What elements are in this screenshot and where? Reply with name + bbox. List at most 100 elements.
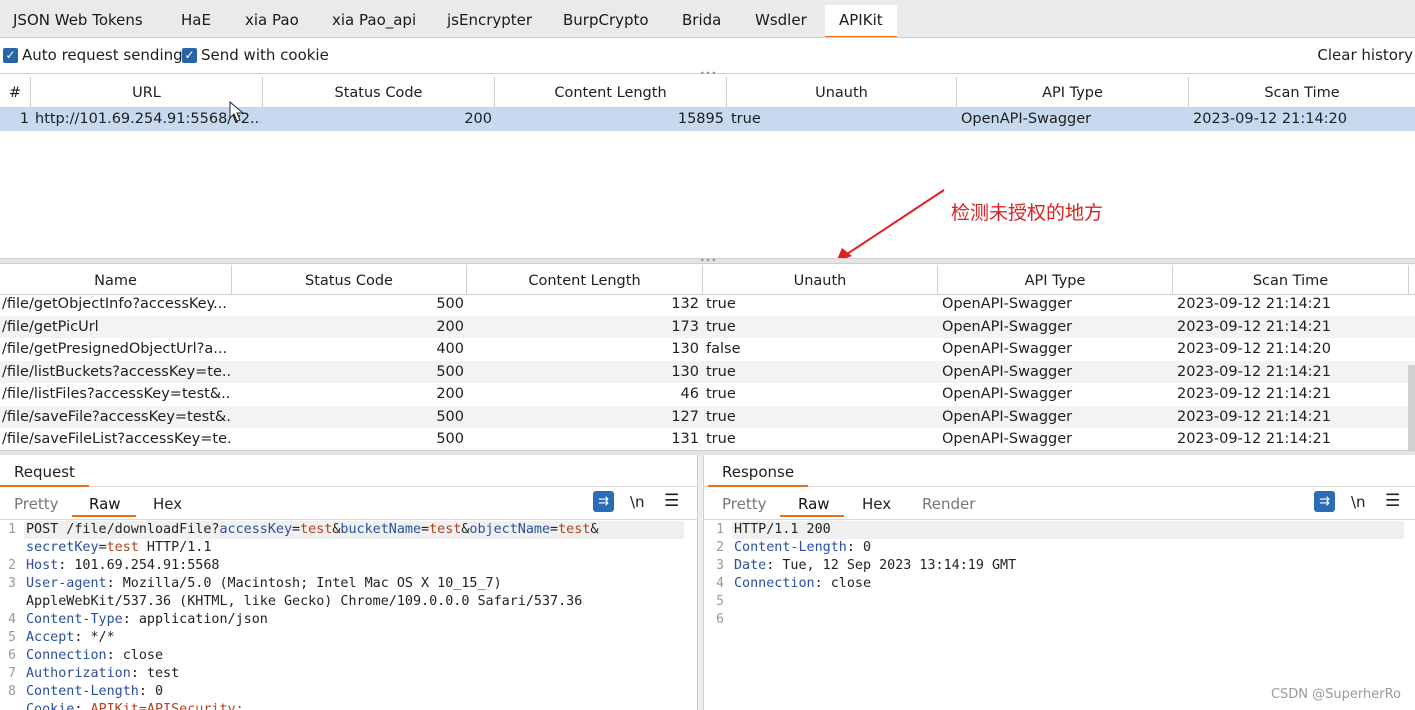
tab-brida[interactable]: Brida bbox=[682, 11, 721, 29]
pane-splitter[interactable] bbox=[697, 455, 704, 710]
wrap-icon: ⇉ bbox=[1314, 491, 1335, 512]
response-wrap-button[interactable]: ⇉ bbox=[1314, 491, 1335, 512]
mouse-cursor-icon bbox=[229, 101, 245, 122]
response-menu-button[interactable]: ☰ bbox=[1385, 491, 1400, 511]
cell-name: /file/getObjectInfo?accessKey... bbox=[2, 296, 227, 312]
table-row[interactable]: /file/getObjectInfo?accessKey... 500 132… bbox=[0, 293, 1415, 316]
col-scan-time[interactable]: Scan Time bbox=[1189, 77, 1415, 108]
query-value: test bbox=[300, 522, 333, 537]
tab-json-web-tokens[interactable]: JSON Web Tokens bbox=[13, 11, 143, 29]
cell-name: /file/saveFile?accessKey=test&... bbox=[2, 408, 230, 425]
wrap-icon: ⇉ bbox=[593, 491, 614, 512]
response-tab-hex[interactable]: Hex bbox=[862, 495, 891, 513]
splitter-grip-icon[interactable]: ••• bbox=[700, 257, 716, 265]
header-value: 0 bbox=[863, 540, 872, 555]
table-row[interactable]: /file/saveFileList?accessKey=te... 500 1… bbox=[0, 428, 1415, 451]
cell-length: 130 bbox=[671, 363, 699, 380]
header-key: Authorization bbox=[26, 666, 131, 681]
table-row[interactable]: /file/listFiles?accessKey=test&... 200 4… bbox=[0, 383, 1415, 406]
line-number: 6 bbox=[8, 648, 16, 663]
query-key: accessKey bbox=[219, 522, 293, 537]
cell-status: 200 bbox=[436, 318, 464, 335]
newline-icon: \n bbox=[630, 493, 645, 511]
response-tab-raw[interactable]: Raw bbox=[798, 495, 830, 513]
header-key: User-agent bbox=[26, 576, 107, 591]
cell-scan-time: 2023-09-12 21:14:21 bbox=[1177, 431, 1331, 447]
tab-xia-pao[interactable]: xia Pao bbox=[245, 11, 299, 29]
clear-history-button[interactable]: Clear history bbox=[1317, 46, 1413, 64]
cell-scan-time: 2023-09-12 21:14:21 bbox=[1177, 296, 1331, 312]
table-row[interactable]: /file/saveFile?accessKey=test&... 500 12… bbox=[0, 405, 1415, 428]
request-tab-pretty[interactable]: Pretty bbox=[14, 495, 59, 513]
cell-scan-time: 2023-09-12 21:14:20 bbox=[1177, 341, 1331, 357]
table-row[interactable]: /file/getPresignedObjectUrl?a... 400 130… bbox=[0, 338, 1415, 361]
col-content-length[interactable]: Content Length bbox=[495, 77, 727, 108]
col-api-type[interactable]: API Type bbox=[957, 77, 1189, 108]
cell-unauth: true bbox=[706, 318, 736, 335]
cell-api-type: OpenAPI-Swagger bbox=[942, 386, 1073, 402]
cell-name: /file/getPresignedObjectUrl?a... bbox=[2, 341, 228, 357]
col-scan-time[interactable]: Scan Time bbox=[1173, 265, 1409, 295]
auto-request-checkbox[interactable]: ✓ bbox=[3, 48, 18, 63]
scrollbar-thumb[interactable] bbox=[1408, 365, 1415, 450]
request-editor[interactable]: POST /file/downloadFile?accessKey=test&b… bbox=[26, 521, 696, 710]
header-key: Content-Length bbox=[734, 540, 847, 555]
line-number: 6 bbox=[716, 612, 724, 627]
response-newline-button[interactable]: \n bbox=[1351, 493, 1366, 511]
main-results-table: # URL Status Code Content Length Unauth … bbox=[0, 77, 1415, 260]
tab-wsdler[interactable]: Wsdler bbox=[755, 11, 807, 29]
response-title-tab[interactable]: Response bbox=[708, 457, 809, 487]
tab-apikit[interactable]: APIKit bbox=[825, 5, 897, 37]
annotation-arrow-icon bbox=[836, 189, 945, 262]
send-cookie-checkbox[interactable]: ✓ bbox=[182, 48, 197, 63]
request-title-tab[interactable]: Request bbox=[0, 457, 89, 487]
response-tab-render[interactable]: Render bbox=[922, 495, 975, 513]
table-row[interactable]: /file/getPicUrl 200 173 true OpenAPI-Swa… bbox=[0, 315, 1415, 338]
response-tab-pretty[interactable]: Pretty bbox=[722, 495, 767, 513]
tab-hae[interactable]: HaE bbox=[181, 11, 211, 29]
table-row[interactable]: /file/listBuckets?accessKey=te... 500 13… bbox=[0, 360, 1415, 383]
col-unauth[interactable]: Unauth bbox=[727, 77, 957, 108]
cell-name: /file/saveFileList?accessKey=te... bbox=[2, 431, 230, 447]
tab-jsencrypter[interactable]: jsEncrypter bbox=[447, 11, 532, 29]
cell-status: 500 bbox=[436, 363, 464, 380]
tab-xia-pao-api[interactable]: xia Pao_api bbox=[332, 11, 416, 29]
col-content-length[interactable]: Content Length bbox=[467, 265, 703, 295]
col-name[interactable]: Name bbox=[0, 265, 232, 295]
col-unauth[interactable]: Unauth bbox=[703, 265, 938, 295]
tool-tab-bar: JSON Web Tokens HaE xia Pao xia Pao_api … bbox=[0, 0, 1415, 38]
header-key: Host bbox=[26, 558, 59, 573]
status-line: HTTP/1.1 200 bbox=[734, 522, 831, 537]
cell-name: /file/listBuckets?accessKey=te... bbox=[2, 363, 230, 380]
cell-name: /file/listFiles?accessKey=test&... bbox=[2, 386, 230, 402]
header-value: Mozilla/5.0 (Macintosh; Intel Mac OS X 1… bbox=[122, 576, 502, 591]
col-num[interactable]: # bbox=[0, 77, 31, 108]
col-status-code[interactable]: Status Code bbox=[263, 77, 495, 108]
cell-num: 1 bbox=[19, 111, 29, 127]
request-newline-button[interactable]: \n bbox=[630, 493, 645, 511]
line-number: 7 bbox=[8, 666, 16, 681]
query-value: test bbox=[106, 540, 139, 555]
query-value: test bbox=[558, 522, 591, 537]
line-number: 4 bbox=[8, 612, 16, 627]
request-wrap-button[interactable]: ⇉ bbox=[593, 491, 614, 512]
request-tab-raw[interactable]: Raw bbox=[89, 495, 121, 513]
col-status-code[interactable]: Status Code bbox=[232, 265, 467, 295]
request-menu-button[interactable]: ☰ bbox=[664, 491, 679, 511]
line-number: 2 bbox=[716, 540, 724, 555]
request-tab-hex[interactable]: Hex bbox=[153, 495, 182, 513]
splitter-grip-icon[interactable]: ••• bbox=[700, 70, 716, 78]
query-key: secretKey bbox=[26, 540, 99, 555]
query-value: test bbox=[429, 522, 462, 537]
tab-burpcrypto[interactable]: BurpCrypto bbox=[563, 11, 649, 29]
header-value: */* bbox=[90, 630, 115, 645]
header-value: APIKit=APISecurity; bbox=[90, 702, 244, 710]
table-row[interactable]: 1 http://101.69.254.91:5568/v2... 200 15… bbox=[0, 108, 1415, 131]
response-editor[interactable]: HTTP/1.1 200 Content-Length: 0 Date: Tue, … bbox=[734, 521, 1404, 593]
cell-status: 400 bbox=[436, 341, 464, 357]
cell-unauth: true bbox=[731, 111, 761, 127]
line-number: 2 bbox=[8, 558, 16, 573]
cell-unauth: false bbox=[706, 341, 741, 357]
cell-length: 173 bbox=[671, 318, 699, 335]
col-api-type[interactable]: API Type bbox=[938, 265, 1173, 295]
